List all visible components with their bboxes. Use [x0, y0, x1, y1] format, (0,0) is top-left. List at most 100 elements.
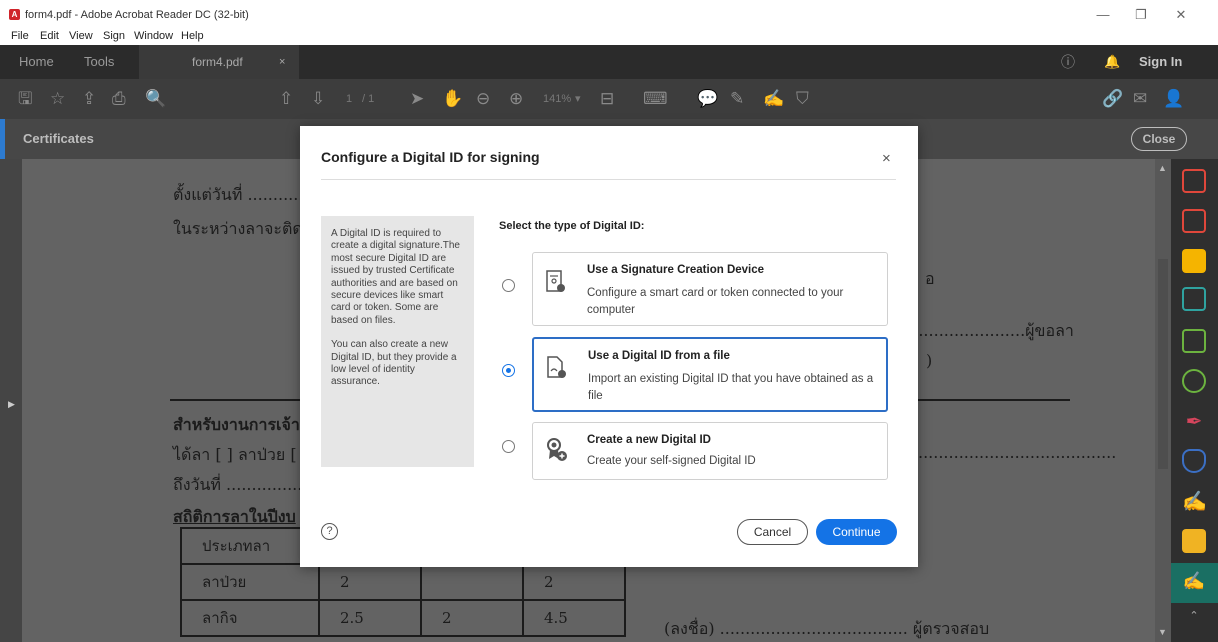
- export-tool-icon[interactable]: [1182, 287, 1206, 311]
- table-row: ลาป่วย 2 2: [180, 563, 626, 601]
- doc-line-1: ตั้งแต่วันที่ ...........: [173, 185, 304, 204]
- acrobat-app-icon: A: [9, 9, 20, 20]
- menu-sign[interactable]: Sign: [103, 30, 125, 42]
- info-paragraph-1: A Digital ID is required to create a dig…: [331, 228, 460, 326]
- option-2-title: Use a Digital ID from a file: [588, 350, 730, 362]
- create-pdf-icon[interactable]: [1182, 329, 1206, 353]
- protect-icon[interactable]: [1182, 449, 1206, 473]
- option-new-digital-id[interactable]: Create a new Digital ID Create your self…: [532, 422, 888, 480]
- hand-tool-icon[interactable]: ✋: [442, 88, 463, 110]
- menu-view[interactable]: View: [69, 30, 93, 42]
- zoom-in-icon[interactable]: ⊕: [509, 88, 523, 110]
- email-icon[interactable]: ✉: [1133, 88, 1147, 110]
- export-pdf-icon[interactable]: [1182, 209, 1206, 233]
- doc-line-4: ได้ลา [ ] ลาป่วย [: [173, 445, 297, 464]
- menu-help[interactable]: Help: [181, 30, 204, 42]
- scroll-down-icon[interactable]: ▼: [1158, 627, 1167, 637]
- pencil-icon[interactable]: ✎: [730, 88, 744, 110]
- table-cell: ลากิจ: [180, 599, 320, 637]
- dialog-divider: [321, 179, 896, 180]
- option-1-title: Use a Signature Creation Device: [587, 264, 765, 276]
- fill-sign-icon[interactable]: ✒: [1182, 409, 1206, 433]
- tab-close-button[interactable]: ×: [279, 45, 285, 79]
- option-1-desc: Configure a smart card or token connecte…: [587, 287, 844, 316]
- digital-id-dialog: Configure a Digital ID for signing × A D…: [300, 126, 918, 567]
- table-row: ลากิจ 2.5 2 4.5: [180, 599, 626, 637]
- doc-line-3: สำหรับงานการเจ้า: [173, 415, 300, 434]
- menu-bar: File Edit View Sign Window Help: [0, 30, 1218, 45]
- panel-chevron-icon[interactable]: ⌃: [1182, 609, 1206, 633]
- tab-bar: Home Tools form4.pdf × ⓘ 🔔 Sign In: [0, 45, 1218, 79]
- zoom-out-icon[interactable]: ⊖: [476, 88, 490, 110]
- bookmark-star-icon[interactable]: ☆: [50, 88, 65, 110]
- upload-icon[interactable]: ⇪: [82, 88, 96, 110]
- help-icon[interactable]: ?: [321, 523, 338, 540]
- radio-new-digital-id[interactable]: [502, 440, 515, 453]
- doc-line-2: ในระหว่างลาจะติด: [173, 219, 303, 238]
- prepare-form-icon[interactable]: ✍: [1182, 489, 1207, 513]
- help-icon[interactable]: ⓘ: [1061, 45, 1075, 79]
- next-page-icon[interactable]: ⇩: [311, 88, 325, 110]
- chevron-down-icon[interactable]: ▾: [575, 88, 581, 110]
- doc-line-5: ถึงวันที่ ..................: [173, 475, 318, 494]
- option-signature-device[interactable]: Use a Signature Creation Device Configur…: [532, 252, 888, 326]
- radio-digital-id-file[interactable]: [502, 364, 515, 377]
- fit-page-icon[interactable]: ⊟: [600, 88, 614, 110]
- certificates-label: Certificates: [23, 131, 94, 146]
- prev-page-icon[interactable]: ⇧: [279, 88, 293, 110]
- zoom-level-select[interactable]: 141%: [543, 88, 571, 110]
- file-certificate-icon: [547, 356, 566, 378]
- expand-panel-icon[interactable]: ▶: [8, 399, 15, 410]
- select-cursor-icon[interactable]: ➤: [410, 88, 424, 110]
- certificates-tool-icon[interactable]: ✍: [1182, 571, 1206, 595]
- enhance-scan-icon[interactable]: [1182, 369, 1206, 393]
- option-3-desc: Create your self-signed Digital ID: [587, 455, 756, 467]
- stamp-icon[interactable]: ⛉: [796, 88, 809, 110]
- info-paragraph-2: You can also create a new Digital ID, bu…: [331, 339, 457, 388]
- cancel-button[interactable]: Cancel: [737, 519, 808, 545]
- scroll-thumb[interactable]: [1158, 259, 1168, 469]
- add-user-icon[interactable]: 👤: [1163, 88, 1184, 110]
- page-number-input[interactable]: 1: [346, 88, 352, 110]
- select-type-label: Select the type of Digital ID:: [499, 220, 645, 232]
- bell-icon[interactable]: 🔔: [1104, 45, 1120, 79]
- option-digital-id-file[interactable]: Use a Digital ID from a file Import an e…: [532, 337, 888, 412]
- tab-document[interactable]: form4.pdf ×: [139, 45, 299, 79]
- new-id-badge-icon: [547, 438, 567, 461]
- share-link-icon[interactable]: 🔗: [1102, 88, 1123, 110]
- window-title: form4.pdf - Adobe Acrobat Reader DC (32-…: [25, 9, 249, 21]
- doc-right-3: ): [926, 351, 933, 370]
- comment-icon[interactable]: 💬: [697, 88, 718, 110]
- radio-signature-device[interactable]: [502, 279, 515, 292]
- more-tools-icon[interactable]: [1182, 529, 1206, 553]
- continue-button[interactable]: Continue: [816, 519, 897, 545]
- scroll-up-icon[interactable]: ▲: [1158, 163, 1167, 173]
- zoom-search-icon[interactable]: 🔍: [145, 88, 166, 110]
- tab-tools[interactable]: Tools: [84, 45, 114, 79]
- device-certificate-icon: [546, 270, 565, 292]
- tab-home[interactable]: Home: [19, 45, 54, 79]
- restore-button[interactable]: ❐: [1124, 4, 1158, 26]
- doc-right-1: อ: [925, 269, 935, 288]
- menu-file[interactable]: File: [11, 30, 29, 42]
- vertical-scrollbar[interactable]: ▲ ▼: [1155, 159, 1171, 642]
- close-certificates-button[interactable]: Close: [1131, 127, 1187, 151]
- menu-edit[interactable]: Edit: [40, 30, 59, 42]
- minimize-button[interactable]: —: [1086, 4, 1120, 26]
- table-cell: ลาป่วย: [180, 563, 320, 601]
- right-tools-panel: ✒ ✍ ✍ ⌃: [1171, 159, 1218, 642]
- keyboard-icon[interactable]: ⌨: [643, 88, 668, 110]
- menu-window[interactable]: Window: [134, 30, 173, 42]
- sign-icon[interactable]: ✍: [763, 88, 784, 110]
- sign-in-button[interactable]: Sign In: [1139, 45, 1182, 79]
- organize-pages-icon[interactable]: [1182, 169, 1206, 193]
- table-cell: [420, 563, 524, 601]
- table-cell: 2.5: [318, 599, 422, 637]
- comment-tool-icon[interactable]: [1182, 249, 1206, 273]
- main-toolbar: 🖫 ☆ ⇪ ⎙ 🔍 ⇧ ⇩ 1 / 1 ➤ ✋ ⊖ ⊕ 141% ▾ ⊟ ⌨ 💬…: [0, 79, 1218, 119]
- info-panel: A Digital ID is required to create a dig…: [321, 216, 474, 467]
- print-icon[interactable]: ⎙: [112, 88, 126, 110]
- save-icon[interactable]: 🖫: [18, 88, 32, 110]
- dialog-close-icon[interactable]: ×: [882, 150, 891, 167]
- close-window-button[interactable]: ✕: [1164, 4, 1198, 26]
